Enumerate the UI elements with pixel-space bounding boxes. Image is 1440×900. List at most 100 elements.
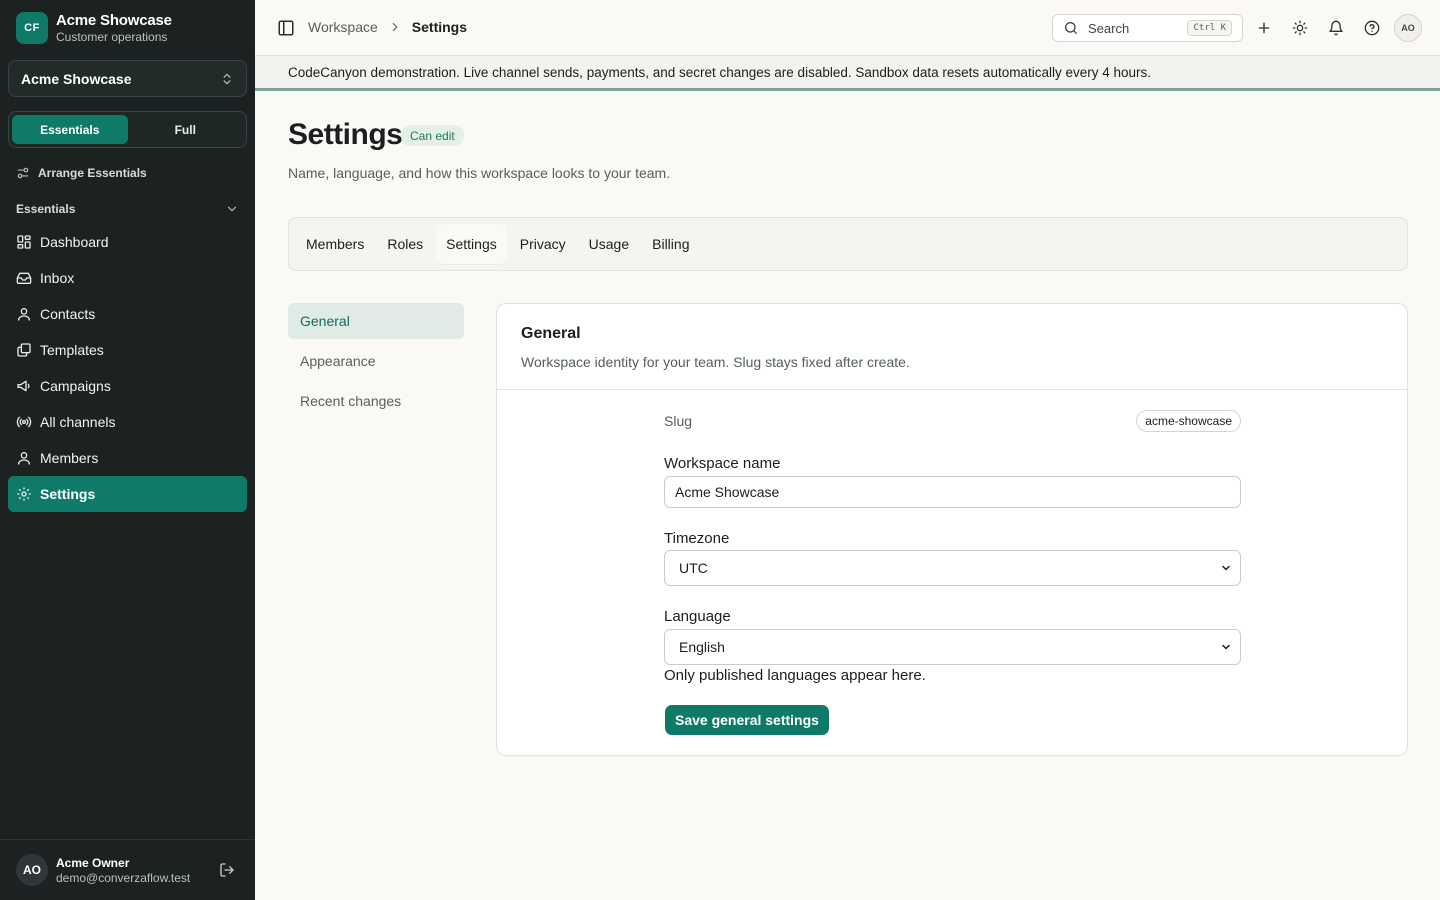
gear-icon: [16, 486, 32, 502]
tab-members[interactable]: Members: [296, 224, 374, 264]
user-profile: AO Acme Owner demo@converzaflow.test: [0, 839, 255, 900]
sidebar-item-all-channels[interactable]: All channels: [8, 404, 247, 440]
sidebar-item-label: Contacts: [40, 306, 96, 322]
broadcast-icon: [16, 414, 32, 430]
workspace-switcher[interactable]: Acme Showcase: [8, 60, 247, 97]
mode-toggle: Essentials Full: [8, 111, 247, 148]
workspace-name-label: Workspace name: [664, 455, 781, 472]
avatar: AO: [16, 854, 48, 886]
subnav-recent-changes[interactable]: Recent changes: [288, 383, 464, 419]
sidebar-item-label: Inbox: [40, 270, 75, 286]
brand: CF Acme Showcase Customer operations: [16, 12, 172, 44]
breadcrumb: Workspace Settings: [308, 19, 467, 35]
sun-icon: [1292, 20, 1308, 36]
help-circle-icon: [1364, 20, 1380, 36]
inbox-icon: [16, 270, 32, 286]
sidebar-item-settings[interactable]: Settings: [8, 476, 247, 512]
card-header: General Workspace identity for your team…: [497, 304, 1407, 390]
card-title: General: [521, 325, 581, 342]
sidebar-item-label: Dashboard: [40, 234, 109, 250]
tab-usage[interactable]: Usage: [579, 224, 639, 264]
members-icon: [16, 450, 32, 466]
contacts-icon: [16, 306, 32, 322]
panel-left-icon: [277, 19, 295, 37]
theme-toggle-button[interactable]: [1290, 18, 1310, 38]
breadcrumb-workspace-link[interactable]: Workspace: [308, 19, 378, 35]
sidebar-item-members[interactable]: Members: [8, 440, 247, 476]
megaphone-icon: [16, 378, 32, 394]
sidebar-item-dashboard[interactable]: Dashboard: [8, 224, 247, 260]
card-description: Workspace identity for your team. Slug s…: [521, 354, 910, 370]
topbar: Workspace Settings Search Ctrl K AO: [255, 0, 1440, 56]
sidebar: CF Acme Showcase Customer operations Acm…: [0, 0, 255, 900]
mode-full-button[interactable]: Full: [128, 115, 244, 144]
slug-label: Slug: [664, 413, 693, 429]
dashboard-icon: [16, 234, 32, 250]
brand-name: Acme Showcase: [56, 11, 172, 29]
timezone-selected-value: UTC: [679, 560, 708, 576]
workspace-name-field[interactable]: [664, 476, 1241, 508]
templates-icon: [16, 342, 32, 358]
chevron-right-icon: [388, 20, 402, 34]
page-subtitle: Name, language, and how this workspace l…: [288, 165, 671, 181]
search-icon: [1063, 20, 1079, 36]
sidebar-item-label: Settings: [40, 486, 96, 502]
notifications-button[interactable]: [1326, 18, 1346, 38]
demo-banner: CodeCanyon demonstration. Live channel s…: [255, 56, 1440, 91]
brand-logo: CF: [16, 12, 48, 44]
brand-subtitle: Customer operations: [56, 29, 168, 44]
logout-button[interactable]: [215, 858, 239, 882]
user-menu-avatar[interactable]: AO: [1394, 14, 1422, 42]
sidebar-item-contacts[interactable]: Contacts: [8, 296, 247, 332]
arrange-essentials-button[interactable]: Arrange Essentials: [16, 163, 147, 183]
page-title: Settings: [288, 118, 403, 151]
chevrons-up-down-icon: [220, 72, 234, 86]
timezone-select[interactable]: UTC: [664, 550, 1241, 586]
logout-icon: [219, 862, 235, 878]
user-name: Acme Owner: [56, 855, 130, 870]
chevron-down-icon: [1220, 641, 1232, 653]
breadcrumb-current: Settings: [411, 19, 468, 35]
arrange-essentials-label: Arrange Essentials: [38, 166, 147, 180]
sidebar-item-campaigns[interactable]: Campaigns: [8, 368, 247, 404]
search-shortcut: Ctrl K: [1187, 20, 1232, 36]
timezone-label: Timezone: [664, 530, 730, 547]
tab-privacy[interactable]: Privacy: [510, 224, 576, 264]
settings-tabs: Members Roles Settings Privacy Usage Bil…: [288, 217, 1408, 271]
essentials-section-toggle[interactable]: Essentials: [16, 199, 239, 219]
subnav-appearance[interactable]: Appearance: [288, 343, 464, 379]
slug-value: acme-showcase: [1136, 410, 1241, 432]
tab-roles[interactable]: Roles: [377, 224, 433, 264]
sidebar-item-templates[interactable]: Templates: [8, 332, 247, 368]
plus-icon: [1256, 20, 1272, 36]
chevron-down-icon: [1220, 562, 1232, 574]
sidebar-item-label: All channels: [40, 414, 116, 430]
user-email: demo@converzaflow.test: [56, 870, 191, 885]
sidebar-item-label: Members: [40, 450, 99, 466]
tab-billing[interactable]: Billing: [642, 224, 699, 264]
sliders-icon: [16, 166, 38, 180]
language-select[interactable]: English: [664, 629, 1241, 665]
mode-essentials-button[interactable]: Essentials: [12, 115, 128, 144]
create-button[interactable]: [1254, 18, 1274, 38]
search-input[interactable]: Search Ctrl K: [1052, 14, 1243, 42]
help-button[interactable]: [1362, 18, 1382, 38]
workspace-switcher-label: Acme Showcase: [21, 70, 132, 87]
bell-icon: [1328, 20, 1344, 36]
chevron-down-icon: [225, 202, 239, 216]
sidebar-item-inbox[interactable]: Inbox: [8, 260, 247, 296]
language-label: Language: [664, 608, 731, 625]
subnav-general[interactable]: General: [288, 303, 464, 339]
sidebar-toggle-button[interactable]: [277, 19, 295, 37]
general-settings-card: General Workspace identity for your team…: [496, 303, 1408, 756]
slug-row: Slug acme-showcase: [664, 410, 1241, 432]
save-general-settings-button[interactable]: Save general settings: [665, 705, 829, 735]
essentials-section-label: Essentials: [16, 202, 76, 216]
sidebar-item-label: Templates: [40, 342, 104, 358]
permission-badge: Can edit: [401, 125, 464, 146]
tab-settings[interactable]: Settings: [436, 224, 507, 264]
sidebar-item-label: Campaigns: [40, 378, 111, 394]
settings-subnav: General Appearance Recent changes: [288, 303, 464, 423]
sidebar-nav: Dashboard Inbox Contacts Templates Campa…: [8, 224, 247, 512]
search-placeholder: Search: [1088, 20, 1130, 36]
